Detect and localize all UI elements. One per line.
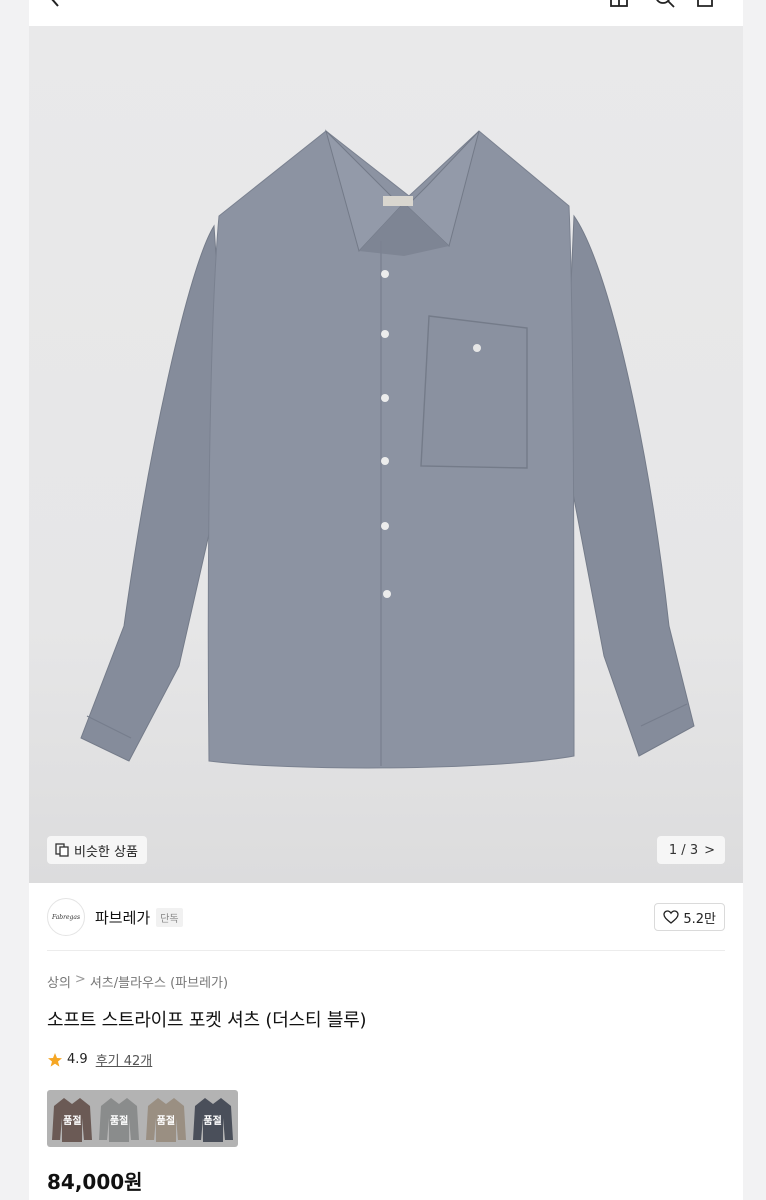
product-page: 비슷한 상품 1 / 3 > Fabregas 파브레가 단독 5.2만 상의 …: [29, 0, 743, 1200]
search-icon[interactable]: [653, 0, 677, 10]
shirt-image: [80, 129, 695, 769]
exclusive-badge: 단독: [156, 907, 183, 927]
pager-text: 1 / 3: [668, 842, 699, 858]
heart-icon: [663, 910, 680, 924]
product-title: 소프트 스트라이프 포켓 셔츠 (더스티 블루): [47, 1010, 367, 1031]
cart-icon[interactable]: [693, 0, 717, 10]
color-swatch[interactable]: 품절: [144, 1094, 188, 1144]
like-button[interactable]: 5.2만: [654, 903, 725, 931]
similar-products-button[interactable]: 비슷한 상품: [47, 836, 147, 864]
breadcrumb-item[interactable]: 셔츠/블라우스 (파브레가): [90, 972, 228, 991]
top-header: [29, 0, 743, 26]
brand-name[interactable]: 파브레가: [95, 907, 150, 928]
product-image-gallery[interactable]: 비슷한 상품 1 / 3 >: [29, 26, 743, 883]
chevron-right-icon: >: [704, 842, 715, 858]
similar-icon: [55, 843, 69, 857]
divider: [47, 950, 725, 951]
breadcrumb-item[interactable]: 상의: [47, 972, 71, 991]
sold-out-label: 품절: [203, 1115, 222, 1127]
color-swatch[interactable]: 품절: [97, 1094, 141, 1144]
image-pager[interactable]: 1 / 3 >: [656, 836, 725, 864]
color-options: 품절 품절 품절 품절: [47, 1090, 238, 1147]
breadcrumb: 상의 > 셔츠/블라우스 (파브레가): [47, 972, 228, 991]
rating-score: 4.9: [67, 1052, 88, 1067]
store-icon[interactable]: [607, 0, 631, 10]
star-icon: [48, 1052, 62, 1067]
product-price: 84,000원: [47, 1170, 143, 1194]
brand-row: Fabregas 파브레가 단독 5.2만: [47, 897, 725, 937]
color-swatch[interactable]: 품절: [50, 1094, 94, 1144]
sold-out-label: 품절: [63, 1115, 82, 1127]
back-icon[interactable]: [43, 0, 67, 10]
reviews-link[interactable]: 후기 42개: [96, 1050, 153, 1069]
rating-row: 4.9 후기 42개: [47, 1050, 152, 1069]
brand-logo[interactable]: Fabregas: [47, 898, 85, 936]
sold-out-label: 품절: [156, 1115, 176, 1127]
sold-out-label: 품절: [109, 1115, 129, 1127]
color-swatch[interactable]: 품절: [191, 1094, 235, 1144]
breadcrumb-separator: >: [74, 972, 86, 987]
similar-label: 비슷한 상품: [74, 844, 138, 860]
like-count: 5.2만: [683, 911, 716, 927]
